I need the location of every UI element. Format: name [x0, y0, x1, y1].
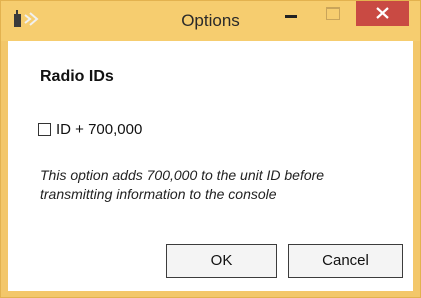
dialog-content: Radio IDs ID + 700,000 This option adds …: [8, 41, 413, 291]
radio-app-icon[interactable]: [11, 9, 41, 29]
maximize-button[interactable]: [319, 3, 347, 25]
option-description: This option adds 700,000 to the unit ID …: [40, 167, 325, 202]
id-offset-checkbox[interactable]: [38, 123, 51, 136]
close-icon: [376, 7, 389, 19]
minimize-button[interactable]: [277, 3, 305, 25]
options-dialog-window: Options Radio IDs ID + 700,000 This opti…: [0, 0, 421, 298]
minimize-icon: [285, 15, 297, 18]
title-bar[interactable]: Options: [1, 1, 420, 41]
ok-button[interactable]: OK: [166, 244, 277, 278]
maximize-icon: [326, 7, 340, 20]
close-button[interactable]: [356, 1, 409, 26]
id-offset-checkbox-label[interactable]: ID + 700,000: [56, 121, 142, 138]
section-title: Radio IDs: [40, 68, 114, 85]
cancel-button[interactable]: Cancel: [288, 244, 403, 278]
